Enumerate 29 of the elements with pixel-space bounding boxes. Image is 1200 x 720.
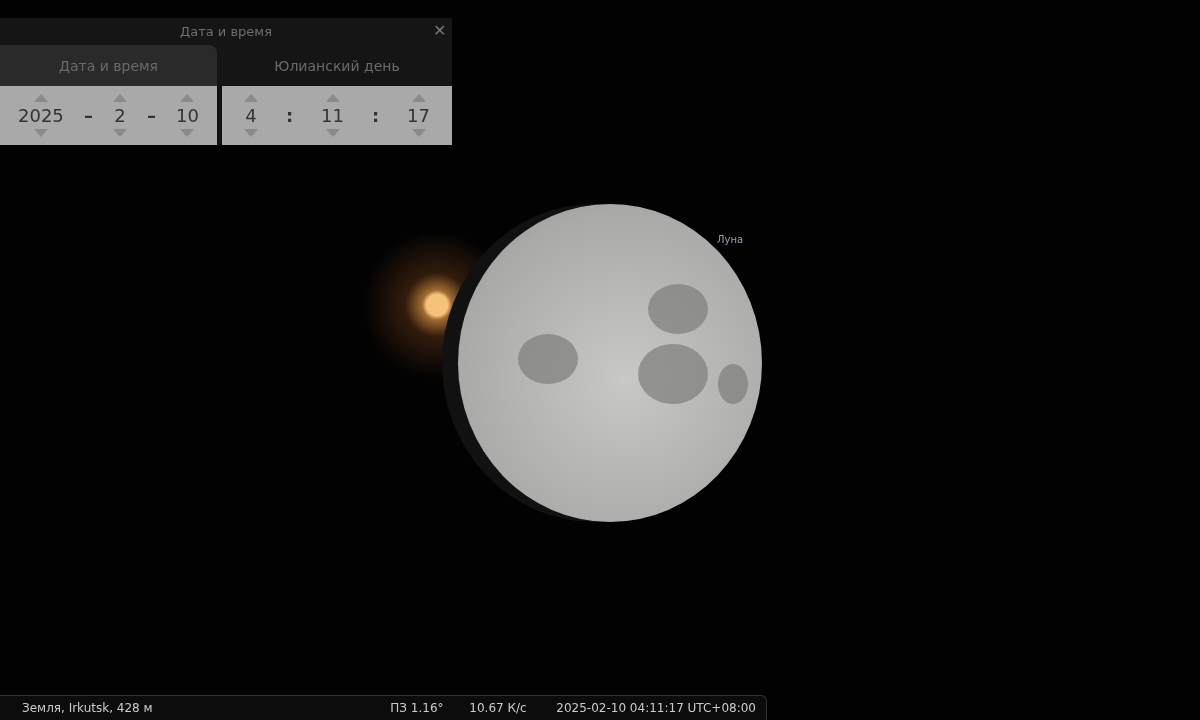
separator: :	[371, 105, 380, 126]
down-arrow-icon[interactable]	[243, 129, 258, 137]
up-arrow-icon[interactable]	[33, 94, 48, 102]
up-arrow-icon[interactable]	[325, 94, 340, 102]
dialog-title: Дата и время	[180, 24, 272, 39]
datetime-text: 2025-02-10 04:11:17 UTC+08:00	[556, 701, 756, 715]
spin-value[interactable]: 4	[245, 105, 257, 126]
spin-value[interactable]: 17	[407, 105, 430, 126]
spin-value[interactable]: 2025	[18, 105, 64, 126]
close-button[interactable]: ✕	[431, 21, 448, 41]
up-arrow-icon[interactable]	[243, 94, 258, 102]
moon-label: Луна	[717, 234, 744, 245]
up-arrow-icon[interactable]	[112, 94, 127, 102]
up-arrow-icon[interactable]	[411, 94, 426, 102]
down-arrow-icon[interactable]	[180, 129, 195, 137]
separator: –	[146, 105, 156, 126]
fps-text: 10.67 К/с	[469, 701, 528, 715]
spin-value[interactable]: 11	[321, 105, 344, 126]
separator: –	[83, 105, 93, 126]
down-arrow-icon[interactable]	[325, 129, 340, 137]
down-arrow-icon[interactable]	[411, 129, 426, 137]
down-arrow-icon[interactable]	[33, 129, 48, 137]
location-text: Земля, Irkutsk, 428 м	[22, 701, 154, 715]
separator: :	[285, 105, 294, 126]
fov-text: ПЗ 1.16°	[390, 701, 445, 715]
down-arrow-icon[interactable]	[112, 129, 127, 137]
spin-value[interactable]: 10	[176, 105, 199, 126]
up-arrow-icon[interactable]	[180, 94, 195, 102]
spin-value[interactable]: 2	[114, 105, 126, 126]
